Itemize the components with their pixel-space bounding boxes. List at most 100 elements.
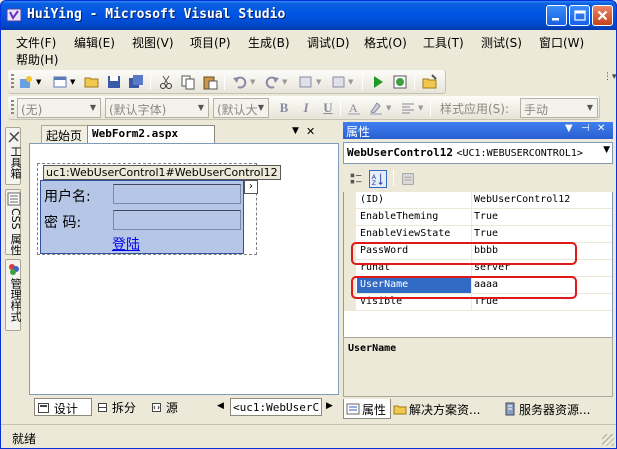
menu-file[interactable]: 文件(F) <box>16 34 56 51</box>
categorized-icon[interactable] <box>347 170 365 188</box>
add-item-icon[interactable] <box>52 74 68 90</box>
property-value[interactable]: True <box>474 228 498 239</box>
browse-icon[interactable] <box>392 74 408 90</box>
tag-path-breadcrumb[interactable]: <uc1:WebUserC <box>230 398 322 416</box>
close-icon <box>597 10 608 21</box>
menu-format[interactable]: 格式(O) <box>364 34 407 51</box>
css-properties-label: CSS 属性 <box>9 208 22 256</box>
split-view-label: 拆分 <box>111 401 136 415</box>
tab-server-explorer[interactable]: 服务器资源... <box>501 399 611 419</box>
css-properties-tab[interactable]: CSS 属性 <box>5 189 22 256</box>
menu-debug[interactable]: 调试(D) <box>307 34 350 51</box>
design-view-label: 设计 <box>53 402 78 416</box>
style-mode-select[interactable]: 手动 ▼ <box>520 98 598 118</box>
underline-button[interactable]: U <box>320 100 336 116</box>
navigate-back-icon[interactable] <box>298 74 314 90</box>
chevron-down-icon[interactable]: ▼ <box>418 104 423 112</box>
resize-grip[interactable] <box>602 434 614 446</box>
block-format-select[interactable]: (无) ▼ <box>17 98 101 118</box>
close-icon[interactable]: ✕ <box>597 123 605 134</box>
tab-start-page[interactable]: 起始页 <box>41 125 89 143</box>
menu-project[interactable]: 项目(P) <box>190 34 231 51</box>
design-view-button[interactable]: 设计 <box>34 398 92 416</box>
property-row[interactable]: EnableViewState True <box>344 226 612 243</box>
save-all-icon[interactable] <box>128 74 144 90</box>
menu-help[interactable]: 帮助(H) <box>16 51 58 68</box>
password-label: 密 码: <box>44 215 82 231</box>
tab-list-dropdown-icon[interactable]: ▼ <box>292 126 299 136</box>
property-row[interactable]: (ID) WebUserControl12 <box>344 192 612 209</box>
menu-tools[interactable]: 工具(T) <box>423 34 464 51</box>
close-button[interactable] <box>592 5 613 26</box>
scroll-right-icon[interactable]: ▶ <box>326 401 333 411</box>
property-value[interactable]: WebUserControl12 <box>474 194 570 205</box>
chevron-down-icon[interactable]: ▼ <box>386 104 391 112</box>
properties-title-bar[interactable]: 属性 ▼ ⊣ ✕ <box>343 122 613 139</box>
chevron-down-icon[interactable]: ▼ <box>565 123 573 134</box>
chevron-down-icon[interactable]: ▼ <box>316 78 321 86</box>
tab-webform2[interactable]: WebForm2.aspx <box>87 125 215 143</box>
copy-icon[interactable] <box>180 74 196 90</box>
property-name: EnableTheming <box>360 211 439 222</box>
tab-properties[interactable]: 属性 <box>343 399 391 419</box>
menu-edit[interactable]: 编辑(E) <box>74 34 115 51</box>
paste-icon[interactable] <box>202 74 218 90</box>
minimize-button[interactable] <box>546 5 567 26</box>
pin-icon[interactable]: ⊣ <box>581 123 590 134</box>
italic-button[interactable]: I <box>298 100 314 116</box>
toolbar-grip[interactable] <box>11 100 14 116</box>
close-document-icon[interactable]: ✕ <box>306 125 315 138</box>
password-input[interactable] <box>113 210 241 230</box>
minimize-icon <box>552 18 559 21</box>
css-properties-icon <box>7 192 21 206</box>
navigate-forward-icon[interactable] <box>330 74 346 90</box>
bold-button[interactable]: B <box>276 100 292 116</box>
menu-build[interactable]: 生成(B) <box>248 34 290 51</box>
save-icon[interactable] <box>106 74 122 90</box>
redo-icon[interactable] <box>264 74 280 90</box>
open-folder-icon[interactable] <box>84 74 100 90</box>
title-bar[interactable]: HuiYing - Microsoft Visual Studio <box>0 0 617 30</box>
property-value[interactable]: True <box>474 211 498 222</box>
server-explorer-icon <box>505 402 515 416</box>
solution-explorer-icon <box>393 405 407 415</box>
solution-explorer-icon[interactable] <box>422 74 438 90</box>
new-project-icon[interactable] <box>18 74 34 90</box>
split-view-button[interactable]: 拆分 <box>95 398 141 416</box>
toolbar-grip[interactable] <box>11 74 14 90</box>
highlight-color-icon[interactable] <box>368 100 384 116</box>
chevron-down-icon[interactable]: ▼ <box>70 78 75 86</box>
align-icon[interactable] <box>400 100 416 116</box>
toolbar-overflow-icon[interactable]: ⋮▾ <box>603 72 617 82</box>
property-description-pane: UserName <box>343 337 613 397</box>
font-name-select[interactable]: (默认字体) ▼ <box>105 98 209 118</box>
chevron-down-icon[interactable]: ▼ <box>250 78 255 86</box>
start-debugging-icon[interactable] <box>370 74 386 90</box>
menu-window[interactable]: 窗口(W) <box>539 34 584 51</box>
login-link[interactable]: 登陆 <box>112 234 140 254</box>
menu-view[interactable]: 视图(V) <box>132 34 174 51</box>
source-icon <box>152 403 161 412</box>
cut-icon[interactable] <box>158 74 174 90</box>
alphabetical-sort-icon[interactable]: AZ <box>369 170 387 188</box>
scroll-left-icon[interactable]: ◀ <box>217 401 224 411</box>
tab-solution-explorer[interactable]: 解决方案资... <box>391 399 495 419</box>
property-row[interactable]: EnableTheming True <box>344 209 612 226</box>
chevron-down-icon[interactable]: ▼ <box>348 78 353 86</box>
chevron-down-icon[interactable]: ▼ <box>36 78 41 86</box>
chevron-down-icon[interactable]: ▼ <box>282 78 287 86</box>
properties-icon <box>346 403 360 415</box>
toolbox-tab[interactable]: 工具箱 <box>5 127 22 185</box>
smart-tag-icon[interactable]: › <box>244 180 258 194</box>
style-mode-value: 手动 <box>524 103 549 117</box>
font-size-select[interactable]: (默认大 ▼ <box>213 98 269 118</box>
property-pages-icon[interactable] <box>399 170 417 188</box>
maximize-button[interactable] <box>569 5 590 26</box>
manage-styles-tab[interactable]: 管理样式 <box>5 259 22 331</box>
undo-icon[interactable] <box>232 74 248 90</box>
menu-test[interactable]: 测试(S) <box>481 34 522 51</box>
source-view-button[interactable]: 源 <box>149 398 189 416</box>
username-input[interactable] <box>113 184 241 204</box>
font-color-icon[interactable]: A <box>346 100 362 116</box>
property-object-select[interactable]: WebUserControl12 <UC1:WEBUSERCONTROL1> ▼ <box>343 142 613 164</box>
